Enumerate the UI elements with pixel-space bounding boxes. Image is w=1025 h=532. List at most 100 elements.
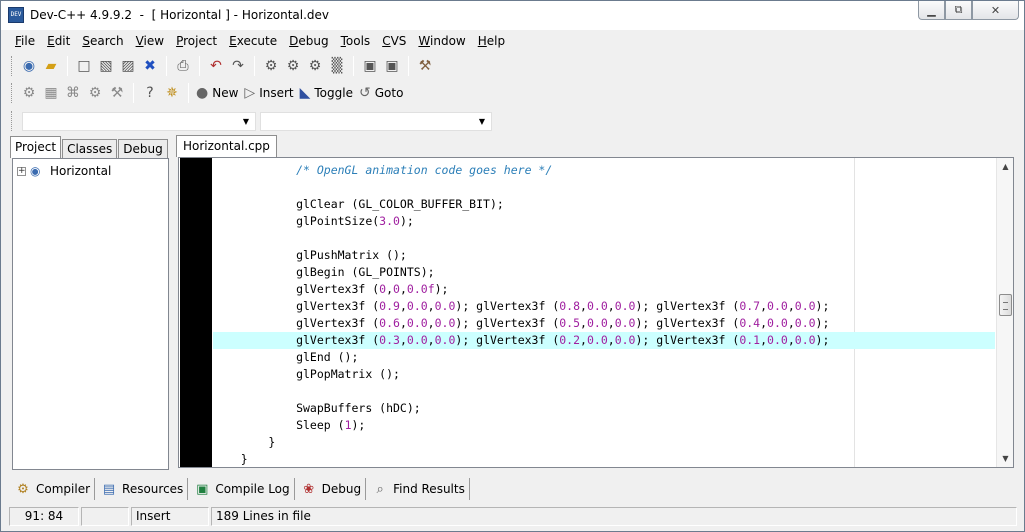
code-line[interactable] bbox=[213, 230, 995, 247]
toolbar-grip[interactable] bbox=[11, 83, 14, 103]
undo-icon[interactable]: ↶ bbox=[205, 55, 227, 77]
tree-item-project[interactable]: + ◉ Horizontal bbox=[17, 163, 111, 179]
goto-button[interactable]: ↺ Goto bbox=[357, 82, 407, 104]
tab-horizontal-cpp[interactable]: Horizontal.cpp bbox=[176, 135, 277, 157]
code-number: 0.0 bbox=[406, 333, 428, 347]
vertical-scrollbar[interactable]: ▲ ▼ bbox=[996, 158, 1013, 467]
save-all-icon[interactable]: ▨ bbox=[117, 55, 139, 77]
class-browser-icon[interactable]: ▦ bbox=[40, 82, 62, 104]
code-line[interactable]: } bbox=[213, 451, 995, 467]
chevron-down-icon[interactable]: ▼ bbox=[239, 113, 253, 130]
tools-icon[interactable]: ⚒ bbox=[106, 82, 128, 104]
code-line[interactable]: } bbox=[213, 434, 995, 451]
code-line[interactable]: glVertex3f (0,0,0.0f); bbox=[213, 281, 995, 298]
about-icon[interactable]: ✵ bbox=[161, 82, 183, 104]
expand-icon[interactable]: + bbox=[17, 166, 26, 176]
add-file-icon[interactable]: ▣ bbox=[381, 55, 403, 77]
find-icon[interactable]: ⌘ bbox=[62, 82, 84, 104]
code-line[interactable]: glClear (GL_COLOR_BUFFER_BIT); bbox=[213, 196, 995, 213]
insert-mode: Insert bbox=[131, 507, 209, 526]
code-text: , bbox=[427, 333, 435, 347]
code-text: , bbox=[787, 316, 795, 330]
rebuild-icon[interactable]: ▒ bbox=[326, 55, 348, 77]
code-line[interactable]: glVertex3f (0.9,0.0,0.0); glVertex3f (0.… bbox=[213, 298, 995, 315]
scroll-up-icon[interactable]: ▲ bbox=[997, 158, 1013, 175]
toolbar-grip[interactable] bbox=[11, 56, 14, 76]
open-icon[interactable]: ▰ bbox=[40, 55, 62, 77]
code-line[interactable]: glPushMatrix (); bbox=[213, 247, 995, 264]
scroll-down-icon[interactable]: ▼ bbox=[997, 450, 1013, 467]
compile-icon[interactable]: ⚙ bbox=[260, 55, 282, 77]
compile-log-icon: ▣ bbox=[196, 481, 209, 497]
chevron-down-icon[interactable]: ▼ bbox=[475, 113, 489, 130]
code-editor[interactable]: /* OpenGL animation code goes here */ gl… bbox=[178, 157, 1014, 468]
code-number: 0.0 bbox=[586, 316, 608, 330]
new-source-icon[interactable]: □ bbox=[73, 55, 95, 77]
main-toolbar: ◉ ▰ □ ▧ ▨ ✖ ⎙ ↶ ↷ ⚙ ⚙ ⚙ ▒ ▣ ▣ ⚒ bbox=[9, 53, 436, 79]
code-line[interactable]: glPointSize(3.0); bbox=[213, 213, 995, 230]
goto-project-icon[interactable]: ⚙ bbox=[18, 82, 40, 104]
code-text: glBegin (GL_POINTS); bbox=[213, 265, 435, 279]
code-area[interactable]: /* OpenGL animation code goes here */ gl… bbox=[213, 162, 995, 467]
code-line[interactable]: SwapBuffers (hDC); bbox=[213, 400, 995, 417]
code-line[interactable] bbox=[213, 383, 995, 400]
insert-button[interactable]: ▷ Insert bbox=[242, 82, 297, 104]
tab-debug-output[interactable]: ❀ Debug bbox=[297, 478, 367, 500]
code-text: glVertex3f ( bbox=[213, 333, 380, 347]
menu-file[interactable]: File bbox=[9, 31, 41, 51]
menu-cvs[interactable]: CVS bbox=[376, 31, 412, 51]
title-bar[interactable]: DEV Dev-C++ 4.9.9.2 - [ Horizontal ] - H… bbox=[1, 1, 1024, 30]
code-line[interactable]: glEnd (); bbox=[213, 349, 995, 366]
compile-run-icon[interactable]: ⚙ bbox=[304, 55, 326, 77]
tab-classes[interactable]: Classes bbox=[62, 139, 118, 158]
class-combo[interactable]: ▼ bbox=[22, 111, 256, 131]
save-icon[interactable]: ▧ bbox=[95, 55, 117, 77]
menu-window[interactable]: Window bbox=[412, 31, 471, 51]
member-combo[interactable]: ▼ bbox=[260, 111, 492, 131]
toolbar-grip[interactable] bbox=[11, 111, 14, 131]
new-project-icon[interactable]: ◉ bbox=[18, 55, 40, 77]
menu-tools[interactable]: Tools bbox=[335, 31, 377, 51]
code-line[interactable]: /* OpenGL animation code goes here */ bbox=[213, 162, 995, 179]
menu-view[interactable]: View bbox=[130, 31, 170, 51]
bookmark-icon: ◣ bbox=[299, 85, 311, 101]
new-button[interactable]: ● New bbox=[194, 82, 242, 104]
project-options-icon[interactable]: ⚒ bbox=[414, 55, 436, 77]
menu-bar: File Edit Search View Project Execute De… bbox=[9, 31, 1019, 51]
project-tree[interactable]: + ◉ Horizontal bbox=[12, 158, 169, 470]
redo-icon[interactable]: ↷ bbox=[227, 55, 249, 77]
debug-icon[interactable]: ▣ bbox=[359, 55, 381, 77]
close-button[interactable]: ✕ bbox=[972, 1, 1019, 20]
tab-find-results[interactable]: ⌕ Find Results bbox=[368, 478, 470, 500]
tab-resources[interactable]: ▤ Resources bbox=[97, 478, 189, 500]
editor-gutter[interactable] bbox=[180, 158, 212, 467]
menu-debug[interactable]: Debug bbox=[283, 31, 334, 51]
menu-edit[interactable]: Edit bbox=[41, 31, 76, 51]
tab-compile-log[interactable]: ▣ Compile Log bbox=[190, 478, 295, 500]
code-line[interactable]: Sleep (1); bbox=[213, 417, 995, 434]
code-line[interactable]: glPopMatrix (); bbox=[213, 366, 995, 383]
help-icon[interactable]: ? bbox=[139, 82, 161, 104]
menu-project[interactable]: Project bbox=[170, 31, 223, 51]
output-tabs: ⚙ Compiler ▤ Resources ▣ Compile Log ❀ D… bbox=[11, 478, 472, 500]
code-text: , bbox=[607, 316, 615, 330]
tab-debug[interactable]: Debug bbox=[118, 139, 168, 158]
print-icon[interactable]: ⎙ bbox=[172, 55, 194, 77]
run-icon[interactable]: ⚙ bbox=[282, 55, 304, 77]
new-button-label: New bbox=[212, 86, 239, 100]
replace-icon[interactable]: ⚙ bbox=[84, 82, 106, 104]
close-file-icon[interactable]: ✖ bbox=[139, 55, 161, 77]
toggle-button[interactable]: ◣ Toggle bbox=[298, 82, 357, 104]
minimize-button[interactable]: ▁ bbox=[918, 1, 945, 20]
tab-project[interactable]: Project bbox=[10, 136, 62, 158]
maximize-button[interactable]: ⧉ bbox=[945, 1, 972, 20]
menu-search[interactable]: Search bbox=[76, 31, 129, 51]
code-line[interactable]: glVertex3f (0.6,0.0,0.0); glVertex3f (0.… bbox=[213, 315, 995, 332]
current-code-line[interactable]: glVertex3f (0.3,0.0,0.0); glVertex3f (0.… bbox=[213, 332, 995, 349]
menu-help[interactable]: Help bbox=[472, 31, 511, 51]
code-line[interactable] bbox=[213, 179, 995, 196]
menu-execute[interactable]: Execute bbox=[223, 31, 283, 51]
scroll-thumb[interactable] bbox=[999, 293, 1012, 316]
tab-compiler[interactable]: ⚙ Compiler bbox=[11, 478, 96, 500]
code-line[interactable]: glBegin (GL_POINTS); bbox=[213, 264, 995, 281]
